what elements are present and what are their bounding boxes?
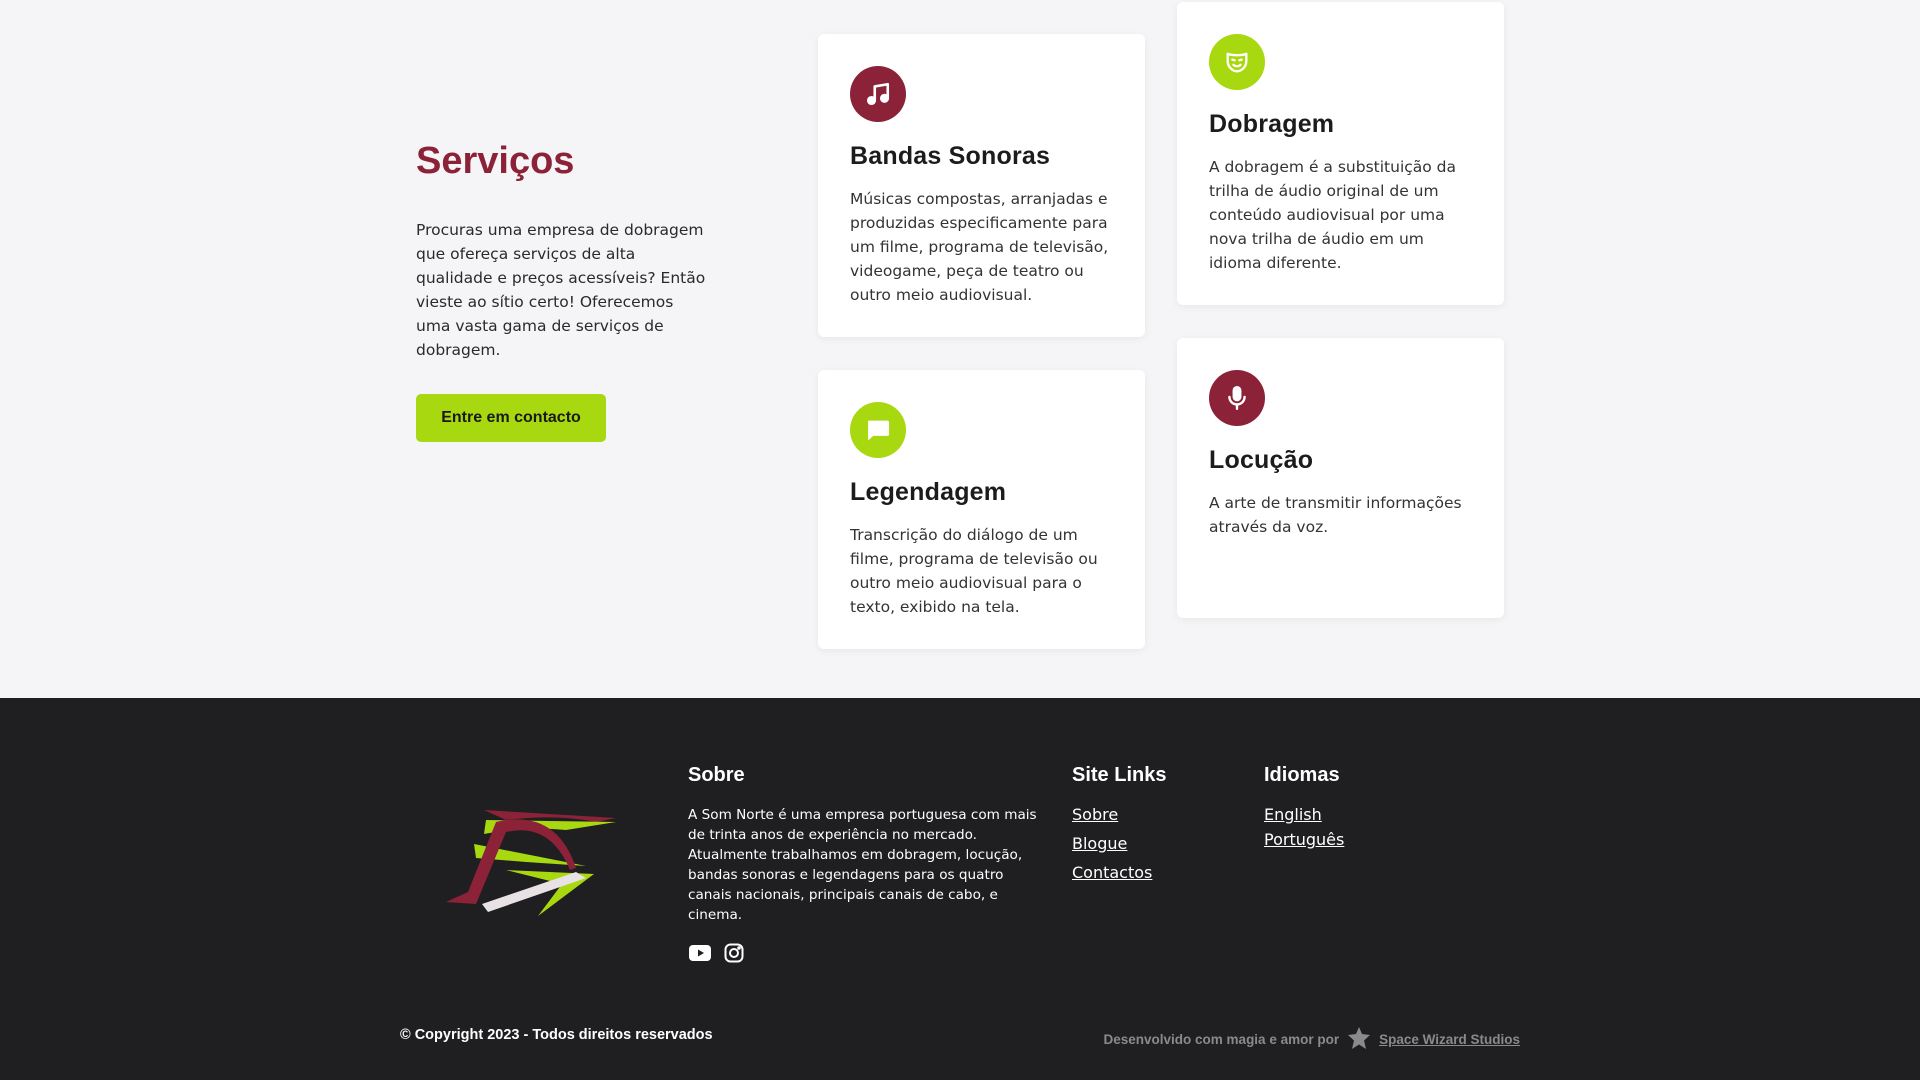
footer-languages: Idiomas English Português — [1264, 764, 1344, 855]
footer-about: Sobre A Som Norte é uma empresa portugue… — [688, 764, 1044, 965]
language-link-portugues[interactable]: Português — [1264, 830, 1344, 849]
chat-bubble-icon — [850, 402, 906, 458]
services-description: Procuras uma empresa de dobragem que ofe… — [416, 221, 706, 359]
footer-site-links: Site Links Sobre Blogue Contactos — [1072, 764, 1166, 892]
services-intro: Serviços Procuras uma empresa de dobrage… — [416, 140, 706, 362]
service-card-title: Dobragem — [1209, 110, 1335, 138]
youtube-icon[interactable] — [688, 941, 712, 965]
music-note-icon — [850, 66, 906, 122]
services-section: Serviços Procuras uma empresa de dobrage… — [0, 0, 1920, 698]
instagram-icon[interactable] — [722, 941, 746, 965]
service-card-text: Músicas compostas, arranjadas e produzid… — [850, 190, 1109, 304]
service-card-locucao: Locução A arte de transmitir informações… — [1177, 338, 1504, 618]
footer-languages-title: Idiomas — [1264, 764, 1340, 786]
footer-site-links-title: Site Links — [1072, 764, 1167, 786]
footer-about-title: Sobre — [688, 764, 745, 786]
credit-text: Desenvolvido com magia e amor por — [1103, 1032, 1340, 1047]
services-title: Serviços — [416, 140, 575, 182]
language-link-english[interactable]: English — [1264, 805, 1322, 824]
footer-link-contactos[interactable]: Contactos — [1072, 863, 1152, 882]
developer-credit: Desenvolvido com magia e amor por Space … — [1104, 1026, 1520, 1053]
service-card-title: Locução — [1209, 446, 1314, 474]
footer-about-text: A Som Norte é uma empresa portuguesa com… — [688, 807, 1037, 923]
service-card-text: A dobragem é a substituição da trilha de… — [1209, 158, 1457, 272]
microphone-icon — [1209, 370, 1265, 426]
service-card-text: Transcrição do diálogo de um filme, prog… — [850, 526, 1098, 616]
credit-link[interactable]: Space Wizard Studios — [1379, 1032, 1520, 1047]
som-norte-logo — [446, 808, 616, 916]
footer-link-blogue[interactable]: Blogue — [1072, 834, 1127, 853]
service-card-title: Legendagem — [850, 478, 1007, 506]
service-card-title: Bandas Sonoras — [850, 142, 1051, 170]
service-card-dobragem: Dobragem A dobragem é a substituição da … — [1177, 2, 1504, 305]
service-card-text: A arte de transmitir informações através… — [1209, 494, 1462, 536]
social-links — [688, 941, 1044, 965]
service-card-legendagem: Legendagem Transcrição do diálogo de um … — [818, 370, 1145, 649]
theater-mask-icon — [1209, 34, 1265, 90]
footer-link-sobre[interactable]: Sobre — [1072, 805, 1118, 824]
service-card-bandas-sonoras: Bandas Sonoras Músicas compostas, arranj… — [818, 34, 1145, 337]
contact-button[interactable]: Entre em contacto — [416, 394, 606, 442]
wizard-star-icon — [1347, 1026, 1371, 1053]
copyright-text: © Copyright 2023 - Todos direitos reserv… — [400, 1027, 713, 1043]
